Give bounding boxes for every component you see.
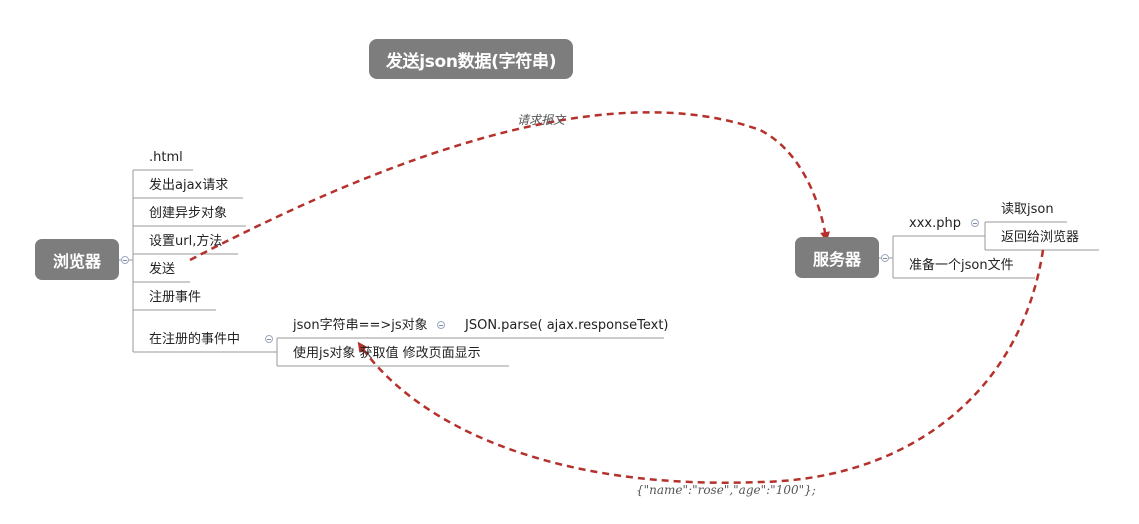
browser-item-create[interactable]: 创建异步对象 — [149, 206, 227, 222]
php-child-return[interactable]: 返回给浏览器 — [1001, 230, 1079, 246]
server-item-json-file[interactable]: 准备一个json文件 — [909, 258, 1014, 274]
event-child-json-parse[interactable]: JSON.parse( ajax.responseText) — [465, 318, 669, 334]
server-item-php[interactable]: xxx.php — [909, 216, 961, 232]
request-arrow — [189, 111, 831, 262]
event-collapse-icon[interactable] — [265, 335, 273, 343]
server-collapse-icon[interactable] — [881, 254, 889, 262]
browser-collapse-icon[interactable] — [121, 256, 129, 264]
browser-item-send[interactable]: 发送 — [149, 262, 175, 278]
browser-node[interactable]: 浏览器 — [35, 239, 119, 280]
browser-item-in-event[interactable]: 在注册的事件中 — [149, 332, 240, 348]
php-child-read-json[interactable]: 读取json — [1001, 202, 1054, 218]
php-collapse-icon[interactable] — [971, 219, 979, 227]
request-annotation: 请求报文 — [517, 113, 566, 127]
browser-item-html[interactable]: .html — [149, 150, 183, 166]
response-annotation: {"name":"rose","age":"100"}; — [636, 483, 816, 497]
event-child-json-to-js[interactable]: json字符串==>js对象 — [293, 318, 428, 334]
browser-item-register[interactable]: 注册事件 — [149, 290, 201, 306]
browser-item-seturl[interactable]: 设置url,方法 — [149, 234, 222, 250]
browser-item-ajax[interactable]: 发出ajax请求 — [149, 178, 228, 194]
underline-html — [132, 169, 193, 172]
event-child-use-js[interactable]: 使用js对象 获取值 修改页面显示 — [293, 346, 481, 362]
json-to-js-collapse-icon[interactable] — [437, 321, 445, 329]
server-node[interactable]: 服务器 — [795, 237, 879, 278]
diagram-title: 发送json数据(字符串) — [369, 39, 573, 79]
